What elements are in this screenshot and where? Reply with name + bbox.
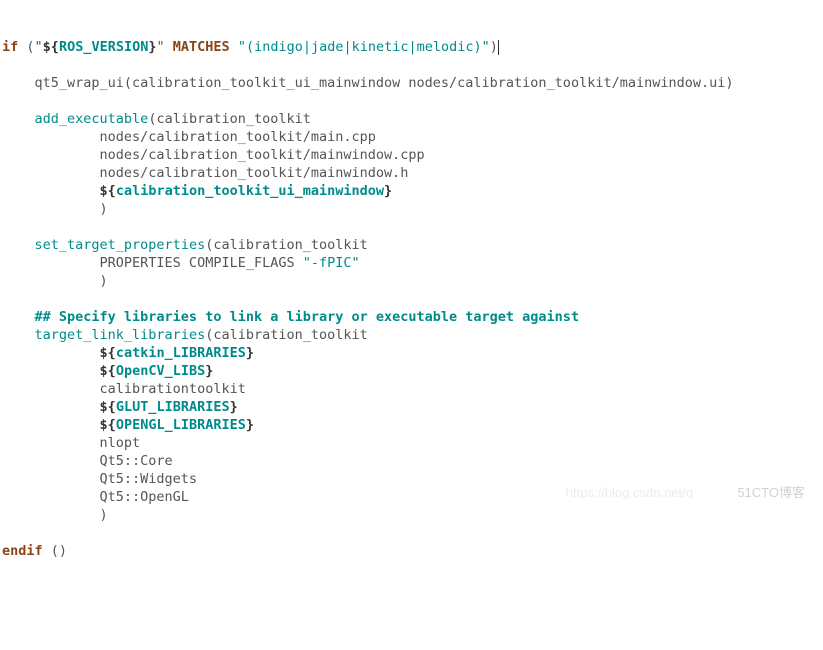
line: Qt5::Widgets xyxy=(2,471,197,487)
line: Qt5::Core xyxy=(2,453,173,469)
close-paren: ) xyxy=(2,273,108,289)
dollar-brace: ${ xyxy=(100,345,116,361)
indent xyxy=(2,399,100,415)
variable-catkin: catkin_LIBRARIES xyxy=(116,345,246,361)
quote: " xyxy=(156,39,164,55)
variable-ui-mainwindow: calibration_toolkit_ui_mainwindow xyxy=(116,183,384,199)
dollar-brace: ${ xyxy=(43,39,59,55)
line: nlopt xyxy=(2,435,140,451)
args: () xyxy=(43,543,67,559)
quote: " xyxy=(35,39,43,55)
dollar-brace: ${ xyxy=(100,363,116,379)
indent xyxy=(2,345,100,361)
args: (calibration_toolkit xyxy=(205,327,368,343)
space xyxy=(165,39,173,55)
dollar-brace: ${ xyxy=(100,399,116,415)
line: nodes/calibration_toolkit/mainwindow.cpp xyxy=(2,147,425,163)
line: PROPERTIES COMPILE_FLAGS xyxy=(2,255,303,271)
dollar-brace: ${ xyxy=(100,417,116,433)
close-brace: } xyxy=(205,363,213,379)
line-qt5-wrap: qt5_wrap_ui(calibration_toolkit_ui_mainw… xyxy=(2,75,734,91)
variable-opengl: OPENGL_LIBRARIES xyxy=(116,417,246,433)
indent xyxy=(2,363,100,379)
dollar-brace: ${ xyxy=(100,183,116,199)
line: nodes/calibration_toolkit/main.cpp xyxy=(2,129,376,145)
keyword-matches: MATCHES xyxy=(173,39,230,55)
keyword-endif: endif xyxy=(2,543,43,559)
func-target-link-libraries: target_link_libraries xyxy=(35,327,206,343)
close-brace: } xyxy=(246,345,254,361)
line: Qt5::OpenGL xyxy=(2,489,189,505)
code-block: if ("${ROS_VERSION}" MATCHES "(indigo|ja… xyxy=(2,38,821,560)
close-paren: ) xyxy=(490,39,498,55)
close-paren: ) xyxy=(2,507,108,523)
space xyxy=(230,39,238,55)
text: ( xyxy=(18,39,34,55)
args: (calibration_toolkit xyxy=(148,111,311,127)
variable-ros-version: ROS_VERSION xyxy=(59,39,148,55)
indent xyxy=(2,183,100,199)
func-set-target-properties: set_target_properties xyxy=(35,237,206,253)
line: nodes/calibration_toolkit/mainwindow.h xyxy=(2,165,408,181)
close-brace: } xyxy=(230,399,238,415)
close-brace: } xyxy=(384,183,392,199)
string-fpic: "-fPIC" xyxy=(303,255,360,271)
keyword-if: if xyxy=(2,39,18,55)
func-add-executable: add_executable xyxy=(35,111,149,127)
close-brace: } xyxy=(246,417,254,433)
line: calibrationtoolkit xyxy=(2,381,246,397)
comment-line: ## Specify libraries to link a library o… xyxy=(2,309,579,325)
close-paren: ) xyxy=(2,201,108,217)
string-regex: "(indigo|jade|kinetic|melodic)" xyxy=(238,39,490,55)
args: (calibration_toolkit xyxy=(205,237,368,253)
variable-opencv: OpenCV_LIBS xyxy=(116,363,205,379)
text-cursor xyxy=(498,40,499,55)
indent xyxy=(2,417,100,433)
variable-glut: GLUT_LIBRARIES xyxy=(116,399,230,415)
